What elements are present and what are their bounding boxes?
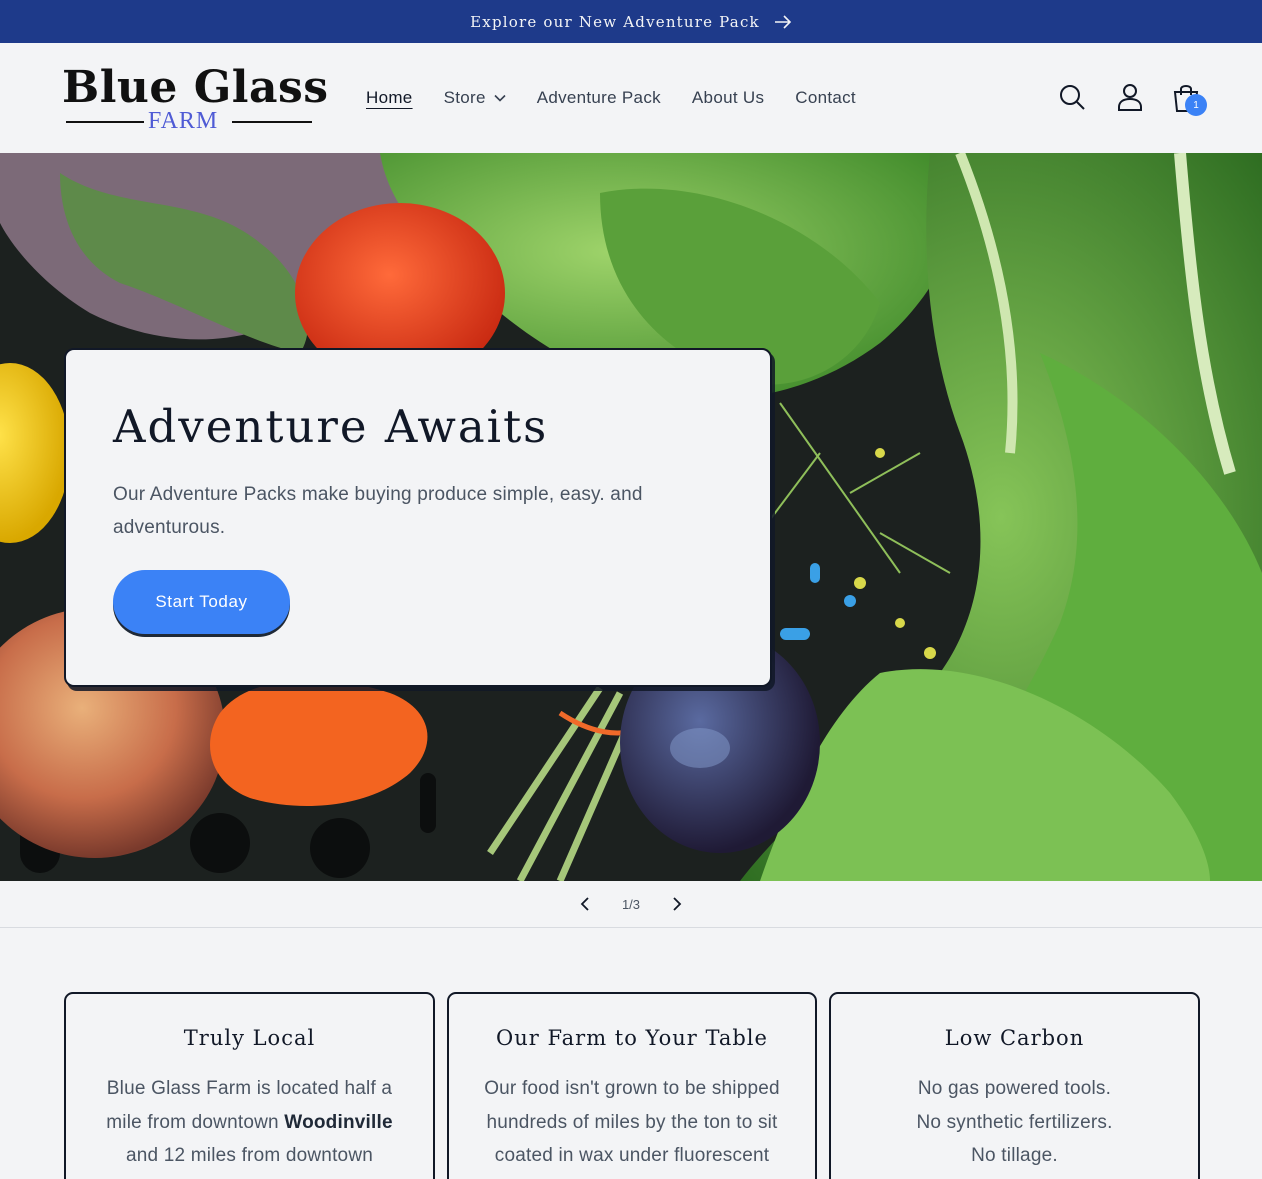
feature-card-low-carbon: Low Carbon No gas powered tools. No synt…	[829, 992, 1200, 1179]
chevron-down-icon	[494, 94, 506, 102]
arrow-right-icon	[774, 14, 792, 29]
nav-adventure-pack-label: Adventure Pack	[536, 88, 661, 107]
feature-title: Truly Local	[183, 1026, 316, 1050]
feature-line-part: mile from downtown	[106, 1111, 285, 1133]
nav-home[interactable]: Home	[366, 88, 413, 108]
feature-line: hundreds of miles by the ton to sit	[486, 1111, 778, 1133]
account-icon[interactable]	[1114, 81, 1146, 113]
feature-line-bold: Woodinville	[284, 1111, 393, 1133]
site-header: Blue Glass FARM Home Store Adventure Pac…	[0, 43, 1262, 153]
chevron-right-icon[interactable]	[666, 893, 688, 915]
slide-counter: 1/3	[621, 896, 641, 912]
features-section: Truly Local Blue Glass Farm is located h…	[64, 992, 1200, 1179]
start-today-button[interactable]: Start Today	[113, 570, 290, 634]
feature-card-local: Truly Local Blue Glass Farm is located h…	[64, 992, 435, 1179]
nav-about-label: About Us	[691, 88, 765, 107]
nav-home-label: Home	[366, 88, 413, 107]
feature-card-farm-to-table: Our Farm to Your Table Our food isn't gr…	[447, 992, 817, 1179]
hero-text: Our Adventure Packs make buying produce …	[113, 484, 643, 538]
hero-title: Adventure Awaits	[113, 400, 549, 453]
feature-line: coated in wax under fluorescent	[494, 1145, 770, 1166]
feature-text: Our food isn't grown to be shipped hundr…	[469, 1072, 795, 1173]
hero-card: Adventure Awaits Our Adventure Packs mak…	[64, 348, 772, 687]
feature-line: Blue Glass Farm is located half a	[106, 1078, 393, 1099]
main-nav: Home Store Adventure Pack About Us Conta…	[366, 43, 856, 153]
cart-icon[interactable]: 1	[1170, 81, 1207, 116]
announcement-bar[interactable]: Explore our New Adventure Pack	[0, 0, 1262, 43]
logo-rule-left	[66, 121, 144, 123]
cart-count-badge: 1	[1185, 94, 1207, 116]
logo-sub-text: FARM	[148, 108, 219, 134]
nav-store-label: Store	[443, 88, 486, 107]
feature-line: Our food isn't grown to be shipped	[484, 1078, 780, 1099]
feature-line: No gas powered tools.	[917, 1078, 1112, 1099]
nav-adventure-pack[interactable]: Adventure Pack	[537, 88, 661, 108]
nav-about[interactable]: About Us	[692, 88, 764, 108]
hero-slideshow: Adventure Awaits Our Adventure Packs mak…	[0, 153, 1262, 881]
search-icon[interactable]	[1056, 81, 1088, 113]
chevron-left-icon[interactable]	[574, 893, 596, 915]
feature-title: Low Carbon	[944, 1026, 1085, 1050]
nav-contact-label: Contact	[795, 88, 856, 107]
feature-line: No synthetic fertilizers.	[916, 1111, 1113, 1133]
feature-text: No gas powered tools. No synthetic ferti…	[851, 1072, 1178, 1173]
feature-line: mile from downtown Woodinville	[86, 1106, 413, 1140]
announcement-text[interactable]: Explore our New Adventure Pack	[470, 13, 760, 31]
logo-rule-right	[232, 121, 312, 123]
nav-contact[interactable]: Contact	[795, 88, 856, 108]
logo[interactable]: Blue Glass FARM	[62, 63, 328, 135]
slider-controls: 1/3	[0, 881, 1262, 928]
feature-title: Our Farm to Your Table	[496, 1026, 768, 1050]
nav-store[interactable]: Store	[444, 88, 506, 108]
feature-line: No tillage.	[971, 1145, 1058, 1166]
feature-line: and 12 miles from downtown	[125, 1145, 374, 1166]
feature-text: Blue Glass Farm is located half a mile f…	[86, 1072, 413, 1173]
logo-main-text: Blue Glass	[62, 62, 329, 113]
